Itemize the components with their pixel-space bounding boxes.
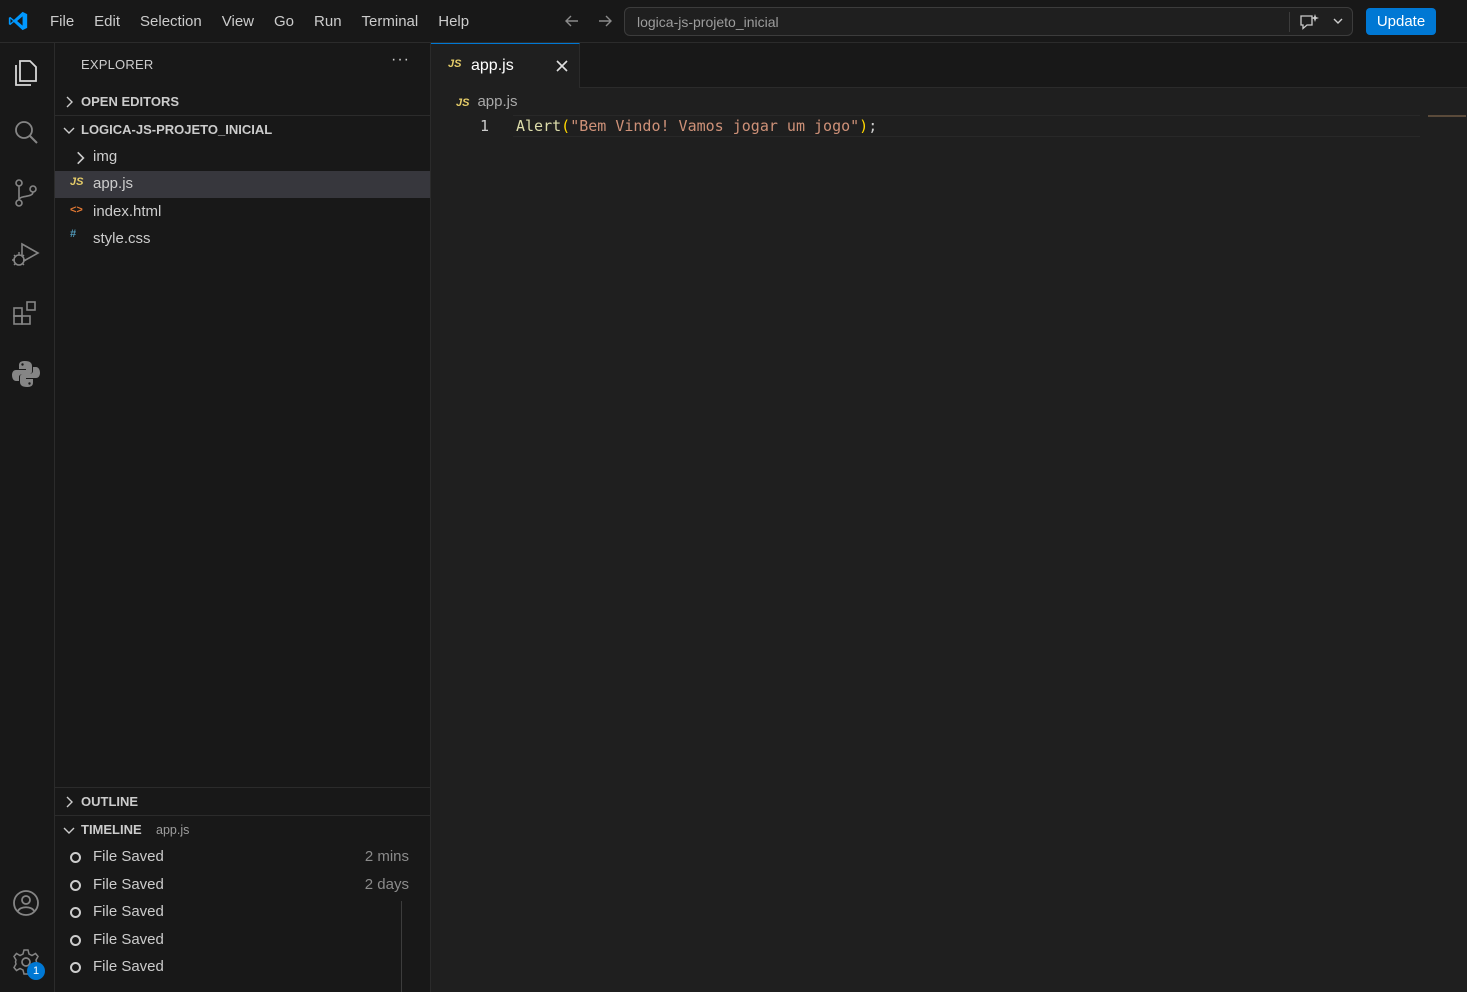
settings-badge: 1 [27,962,45,980]
title-bar: File Edit Selection View Go Run Terminal… [0,0,1467,43]
menu-terminal[interactable]: Terminal [352,0,429,43]
tree-item-img-folder[interactable]: img [55,144,430,171]
breadcrumb-file: app.js [477,93,518,110]
vscode-logo-icon [8,11,28,31]
chevron-right-icon [77,151,85,165]
code-paren-token: ( [561,117,571,135]
tab-label: app.js [471,57,514,74]
chat-sparkle-icon[interactable] [1298,12,1320,32]
outline-header[interactable]: OUTLINE [55,789,430,815]
more-actions-button[interactable]: ··· [391,51,410,69]
editor-tab-bar: JS app.js [431,43,1467,88]
scroll-guide [401,901,402,992]
commit-dot-icon [70,852,81,863]
command-center-text: logica-js-projeto_inicial [637,14,779,30]
menu-run[interactable]: Run [304,0,352,43]
account-icon[interactable] [11,888,41,918]
timeline-item-time: 2 days [364,876,409,893]
timeline-item-label: File Saved [93,848,164,865]
tree-item-app-js[interactable]: JS app.js [55,171,430,198]
menu-edit[interactable]: Edit [84,0,130,43]
css-file-icon: # [70,228,77,240]
run-debug-icon[interactable] [11,239,41,269]
tab-app-js[interactable]: JS app.js [431,43,580,88]
divider [55,787,430,788]
menu-help[interactable]: Help [428,0,479,43]
chevron-down-icon [63,827,75,834]
timeline-item[interactable]: File Saved 2 mins [55,844,430,871]
search-icon[interactable] [11,118,41,148]
menu-bar: File Edit Selection View Go Run Terminal… [40,0,479,43]
outline-label: OUTLINE [81,794,139,809]
commit-dot-icon [70,962,81,973]
commit-dot-icon [70,880,81,891]
tree-item-style-css[interactable]: # style.css [55,226,430,253]
extensions-icon[interactable] [11,299,41,329]
update-button[interactable]: Update [1366,8,1436,35]
menu-go[interactable]: Go [264,0,304,43]
code-editor[interactable]: JS app.js 1 Alert("Bem Vindo! Vamos jogar… [431,88,1467,992]
code-semicolon-token: ; [868,117,878,135]
breadcrumb[interactable]: JS app.js [456,93,518,110]
sidebar-title: EXPLORER [81,57,154,72]
source-control-icon[interactable] [11,178,41,208]
timeline-file-label: app.js [156,823,190,837]
javascript-file-icon: JS [448,58,462,70]
javascript-file-icon: JS [456,97,470,109]
chevron-right-icon [66,96,73,108]
command-center[interactable]: logica-js-projeto_inicial [624,7,1353,36]
forward-arrow-icon[interactable] [595,11,615,31]
back-arrow-icon[interactable] [562,11,582,31]
code-paren-token: ) [859,117,869,135]
divider [55,815,430,816]
project-folder-header[interactable]: LOGICA-JS-PROJETO_INICIAL [55,117,430,143]
divider [55,115,430,116]
timeline-item-label: File Saved [93,931,164,948]
tree-item-label: img [93,148,118,165]
timeline-label: TIMELINE [81,822,142,837]
timeline-item-time: 2 mins [364,848,409,865]
timeline-item[interactable]: File Saved [55,927,430,954]
explorer-files-icon[interactable] [11,57,41,87]
javascript-file-icon: JS [70,176,84,188]
tree-item-label: style.css [93,230,151,247]
close-icon[interactable] [555,59,569,73]
timeline-item-label: File Saved [93,903,164,920]
chevron-down-icon [63,127,75,134]
chevron-down-icon[interactable] [1331,14,1345,28]
line-number: 1 [479,117,489,135]
explorer-sidebar: EXPLORER ··· OPEN EDITORS LOGICA-JS-PROJ… [55,43,431,992]
code-line[interactable]: Alert("Bem Vindo! Vamos jogar um jogo"); [516,117,877,135]
code-string-token: "Bem Vindo! Vamos jogar um jogo" [570,117,860,135]
divider [1289,12,1290,32]
open-editors-header[interactable]: OPEN EDITORS [55,89,430,115]
commit-dot-icon [70,907,81,918]
activity-bar: 1 [0,43,55,992]
timeline-item[interactable]: File Saved [55,899,430,926]
tree-item-index-html[interactable]: <> index.html [55,199,430,226]
commit-dot-icon [70,935,81,946]
timeline-item-label: File Saved [93,876,164,893]
open-editors-label: OPEN EDITORS [81,94,180,109]
tree-item-label: index.html [93,203,162,220]
chevron-right-icon [66,796,73,808]
tree-item-label: app.js [93,175,134,192]
project-folder-label: LOGICA-JS-PROJETO_INICIAL [81,122,273,137]
timeline-item[interactable]: File Saved [55,954,430,981]
menu-selection[interactable]: Selection [130,0,212,43]
timeline-item[interactable]: File Saved 2 days [55,872,430,899]
timeline-item-label: File Saved [93,958,164,975]
menu-view[interactable]: View [212,0,264,43]
code-function-token: Alert [516,117,562,135]
python-icon[interactable] [11,359,41,389]
timeline-header[interactable]: TIMELINE app.js [55,817,430,843]
html-file-icon: <> [70,204,83,216]
menu-file[interactable]: File [40,0,84,43]
minimap[interactable] [1428,115,1466,117]
